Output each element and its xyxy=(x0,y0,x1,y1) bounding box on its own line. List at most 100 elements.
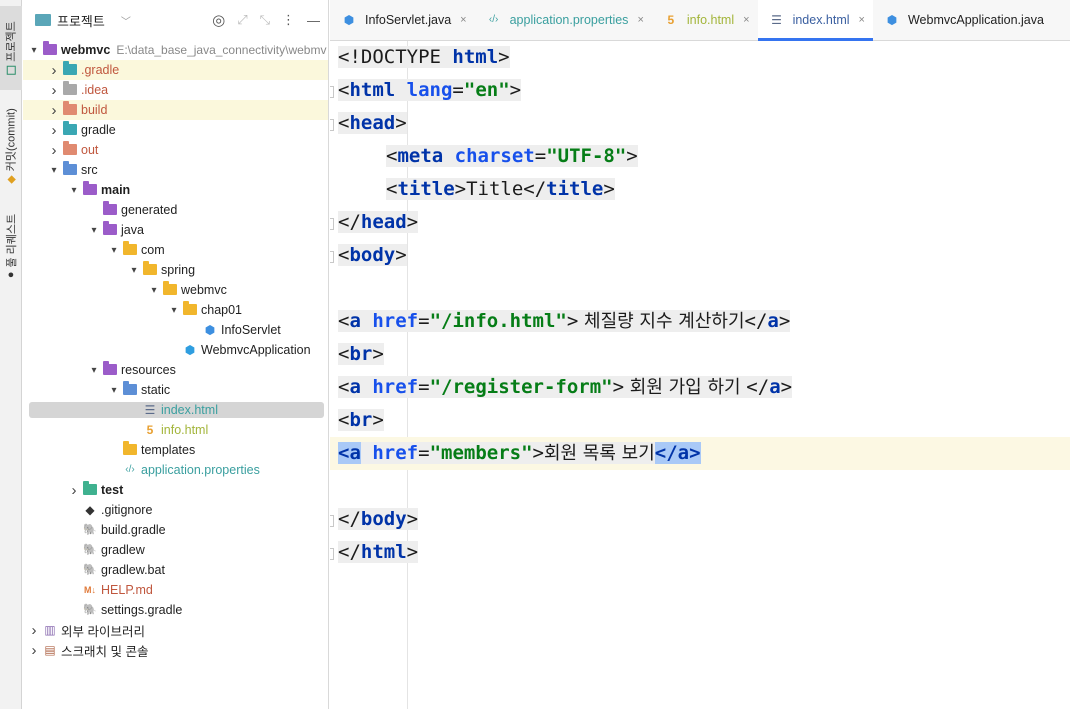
chevron-down-icon[interactable]: ﹀ xyxy=(121,13,131,28)
tree-item-gitignore[interactable]: ◆ .gitignore xyxy=(23,500,328,520)
tree-item-webmvcapplication[interactable]: ⬢ WebmvcApplication xyxy=(23,340,328,360)
chevron-right-icon[interactable]: › xyxy=(47,122,61,139)
chevron-right-icon[interactable]: › xyxy=(67,482,81,499)
tree-item-help-md[interactable]: M↓ HELP.md xyxy=(23,580,328,600)
fold-marker-icon[interactable] xyxy=(330,515,334,527)
tree-item-외부-라이브러리[interactable]: › ▥ 외부 라이브러리 xyxy=(23,620,328,640)
tree-item-resources[interactable]: ▾ resources xyxy=(23,360,328,380)
fold-marker-icon[interactable] xyxy=(330,218,334,230)
tree-item-settings-gradle[interactable]: 🐘 settings.gradle xyxy=(23,600,328,620)
tree-item-gradle[interactable]: › gradle xyxy=(23,120,328,140)
tree-item-infoservlet[interactable]: ⬢ InfoServlet xyxy=(23,320,328,340)
code-area[interactable]: 1<!DOCTYPE html>2<html lang="en">3<head>… xyxy=(330,41,1070,709)
code-line[interactable]: 3<head> xyxy=(330,107,1070,140)
chevron-right-icon[interactable]: › xyxy=(47,82,61,99)
code-tag-token: a xyxy=(769,376,781,398)
collapse-all-icon[interactable]: ⤡ xyxy=(260,12,270,28)
chevron-down-icon[interactable]: ▾ xyxy=(87,225,101,236)
chevron-down-icon[interactable]: ▾ xyxy=(147,285,161,296)
chevron-right-icon[interactable]: › xyxy=(47,62,61,79)
chevron-down-icon[interactable]: ▾ xyxy=(87,365,101,376)
editor-tab-infoservlet-java[interactable]: ⬢ InfoServlet.java × xyxy=(330,0,475,40)
code-line[interactable]: 10<br> xyxy=(330,338,1070,371)
chevron-down-icon[interactable]: ▾ xyxy=(127,265,141,276)
tree-item-src[interactable]: ▾ src xyxy=(23,160,328,180)
fold-marker-icon[interactable] xyxy=(330,86,334,98)
project-tool-label: 프로젝트 xyxy=(6,21,19,62)
code-line[interactable]: 7<body> xyxy=(330,239,1070,272)
folder-teal-icon xyxy=(63,61,77,77)
code-line[interactable]: 12<br> xyxy=(330,404,1070,437)
close-tab-icon[interactable]: × xyxy=(859,14,865,26)
options-menu-icon[interactable]: ⋮ xyxy=(282,12,295,28)
hide-panel-icon[interactable]: — xyxy=(307,13,320,28)
tree-item-main[interactable]: ▾ main xyxy=(23,180,328,200)
code-line[interactable]: 6</head> xyxy=(330,206,1070,239)
chevron-down-icon[interactable]: ▾ xyxy=(107,385,121,396)
chevron-down-icon[interactable]: ▾ xyxy=(47,165,61,176)
project-tool-tab[interactable]: 프로젝트 xyxy=(0,6,22,90)
tree-item-static[interactable]: ▾ static xyxy=(23,380,328,400)
code-tag-token: br xyxy=(349,409,373,431)
chevron-down-icon[interactable]: ▾ xyxy=(107,245,121,256)
close-tab-icon[interactable]: × xyxy=(743,14,749,26)
code-line[interactable]: 15</body> xyxy=(330,503,1070,536)
chevron-right-icon[interactable]: › xyxy=(47,142,61,159)
code-line[interactable]: 8 xyxy=(330,272,1070,305)
code-line[interactable]: 11<a href="/register-form"> 회원 가입 하기 </a… xyxy=(330,371,1070,404)
tree-item-스크래치-및-콘솔[interactable]: › ▤ 스크래치 및 콘솔 xyxy=(23,640,328,660)
code-line[interactable]: 5<title>Title</title> xyxy=(330,173,1070,206)
code-line[interactable]: 9<a href="/info.html"> 체질량 지수 계산하기</a> xyxy=(330,305,1070,338)
tree-item-application-properties[interactable]: ‹/› application.properties xyxy=(23,460,328,480)
chevron-down-icon[interactable]: ▾ xyxy=(167,305,181,316)
java-class-icon: ⬢ xyxy=(204,323,216,337)
code-line[interactable]: 14 xyxy=(330,470,1070,503)
module-folder-icon xyxy=(43,41,57,57)
tree-item-generated[interactable]: generated xyxy=(23,200,328,220)
code-line[interactable]: 1<!DOCTYPE html> xyxy=(330,41,1070,74)
close-tab-icon[interactable]: × xyxy=(637,14,643,26)
tree-item-chap01[interactable]: ▾ chap01 xyxy=(23,300,328,320)
tree-item-label: 스크래치 및 콘솔 xyxy=(61,644,149,659)
tree-item-idea[interactable]: › .idea xyxy=(23,80,328,100)
project-panel-title[interactable]: 프로젝트 xyxy=(57,11,105,30)
editor-tab-webmvcapplication-java[interactable]: ⬢WebmvcApplication.java× xyxy=(873,0,1052,40)
tree-item-templates[interactable]: templates xyxy=(23,440,328,460)
editor-tab-application-properties[interactable]: ‹/› application.properties × xyxy=(475,0,652,40)
chevron-right-icon[interactable]: › xyxy=(47,102,61,119)
chevron-down-icon[interactable]: ▾ xyxy=(27,45,41,56)
fold-marker-icon[interactable] xyxy=(330,548,334,560)
tree-item-spring[interactable]: ▾ spring xyxy=(23,260,328,280)
code-line[interactable]: 2<html lang="en"> xyxy=(330,74,1070,107)
tree-item-webmvc[interactable]: ▾ webmvc xyxy=(23,280,328,300)
tree-item-build-gradle[interactable]: 🐘 build.gradle xyxy=(23,520,328,540)
chevron-right-icon[interactable]: › xyxy=(27,622,41,639)
code-line[interactable]: 4<meta charset="UTF-8"> xyxy=(330,140,1070,173)
tree-item-java[interactable]: ▾ java xyxy=(23,220,328,240)
tree-item-index-html[interactable]: ☰ index.html xyxy=(23,400,328,420)
editor-tab-info-html[interactable]: 5 info.html × xyxy=(652,0,758,40)
fold-marker-icon[interactable] xyxy=(330,119,334,131)
fold-marker-icon[interactable] xyxy=(330,251,334,263)
tree-item-build[interactable]: › build xyxy=(23,100,328,120)
tree-item-gradle[interactable]: › .gradle xyxy=(23,60,328,80)
tree-item-gradlew-bat[interactable]: 🐘 gradlew.bat xyxy=(23,560,328,580)
code-line[interactable]: 13<a href="members">회원 목록 보기</a> xyxy=(330,437,1070,470)
tree-item-out[interactable]: › out xyxy=(23,140,328,160)
tree-item-gradlew[interactable]: 🐘 gradlew xyxy=(23,540,328,560)
pull-request-tool-tab[interactable]: ● 풀 리퀘스트 xyxy=(0,204,22,288)
commit-tool-tab[interactable]: ◆ 커밋(commit) xyxy=(0,96,22,196)
chevron-down-icon[interactable]: ▾ xyxy=(67,185,81,196)
chevron-right-icon[interactable]: › xyxy=(27,642,41,659)
locate-file-icon[interactable]: ◎ xyxy=(212,11,225,29)
code-chunk: <!DOCTYPE html> xyxy=(338,46,510,68)
tree-item-com[interactable]: ▾ com xyxy=(23,240,328,260)
code-line[interactable]: 16</html> xyxy=(330,536,1070,569)
close-tab-icon[interactable]: × xyxy=(460,14,466,26)
tree-item-test[interactable]: › test xyxy=(23,480,328,500)
tree-root-row[interactable]: ▾ webmvc E:\data_base_java_connectivity\… xyxy=(23,40,328,60)
expand-all-icon[interactable]: ⤢ xyxy=(237,12,247,28)
tree-item-info-html[interactable]: 5 info.html xyxy=(23,420,328,440)
editor-tab-index-html[interactable]: ☰ index.html × xyxy=(757,0,874,41)
code-text: <meta charset="UTF-8"> xyxy=(386,140,638,173)
